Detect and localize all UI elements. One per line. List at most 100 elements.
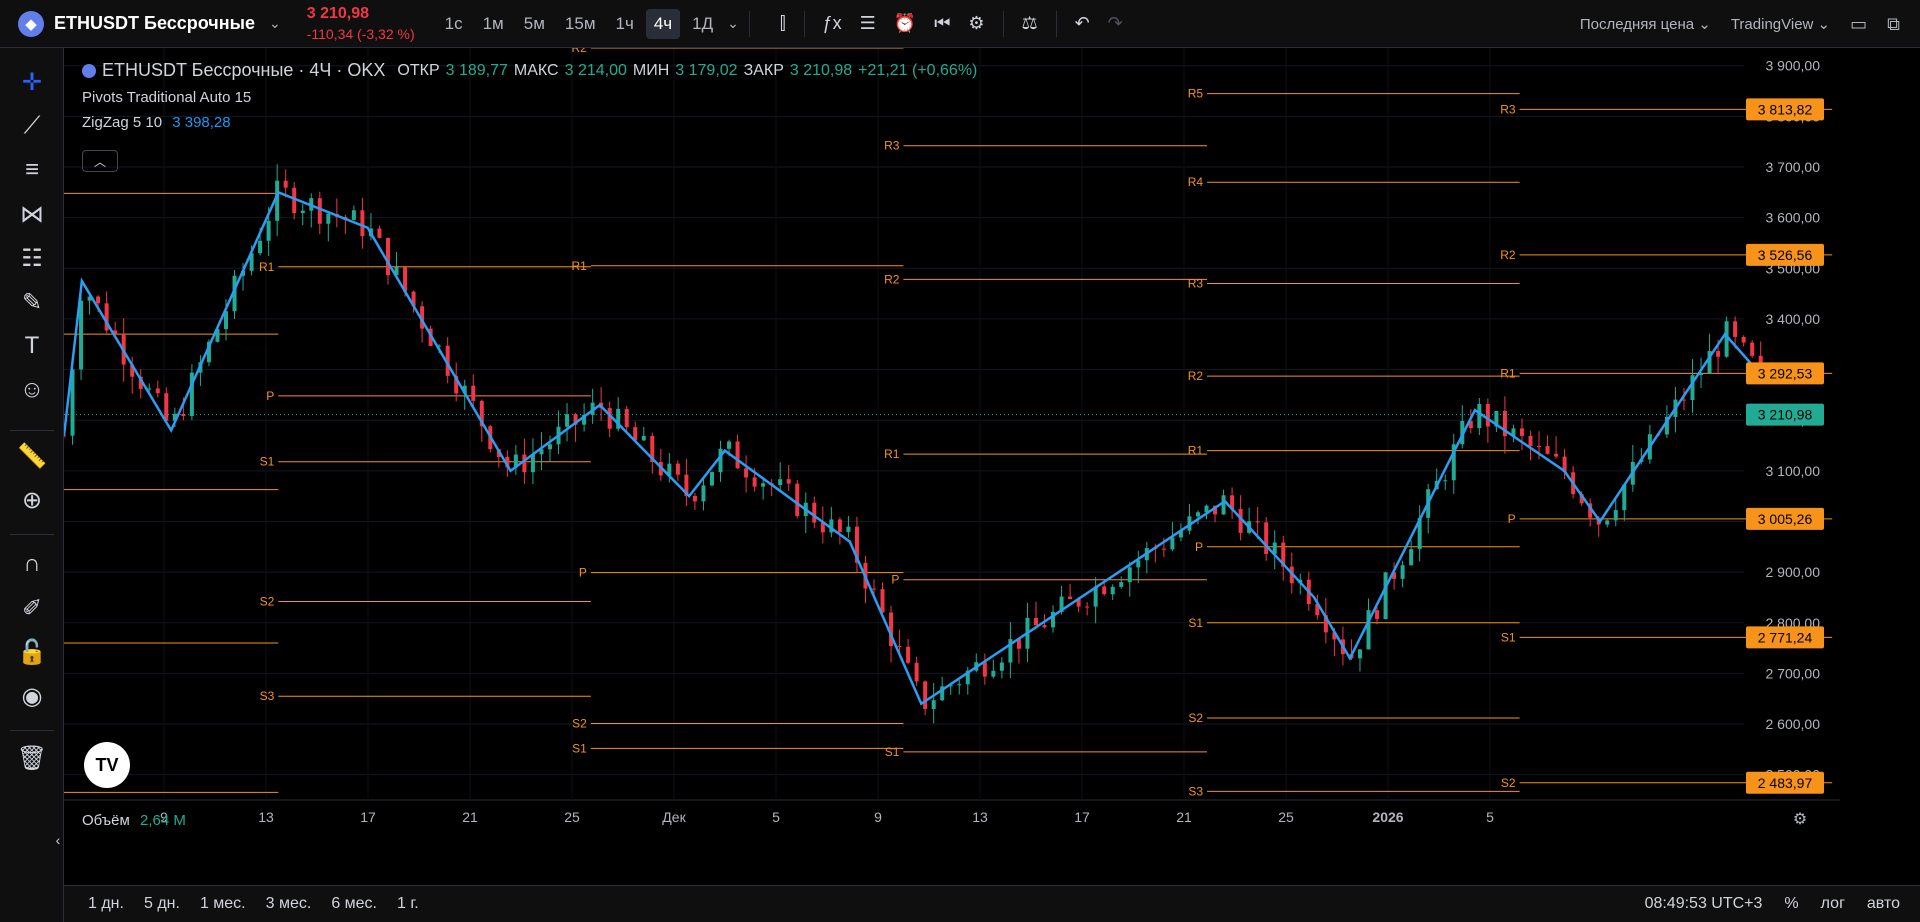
low-value: 3 179,02 [675,61,738,79]
time-axis-settings-icon[interactable]: ⚙ [1793,811,1807,828]
ruler-icon[interactable]: 📏 [14,438,50,474]
trend-line-icon[interactable]: ⟋ [14,108,50,144]
collapse-legend-button[interactable]: ︿ [82,150,118,172]
x-tick-label: 25 [1278,809,1294,825]
crosshair-icon[interactable]: ✛ [14,64,50,100]
zigzag-indicator-row[interactable]: ZigZag 5 10 3 398,28 [82,114,977,131]
pivot-label: R3 [884,139,900,153]
trash-icon[interactable]: 🗑 [14,740,50,776]
volume-label: Объём [82,812,130,829]
fullscreen-icon[interactable]: ▭ [1850,14,1867,35]
x-tick-label: Дек [662,809,686,825]
undo-icon[interactable]: ↶ [1075,13,1090,34]
bar-type-icon[interactable]: ⫿ [780,13,786,34]
candle-body [1170,537,1175,550]
candle-body [641,435,646,441]
settings-icon[interactable]: ⚙ [968,13,984,34]
volume-legend[interactable]: Объём 2,64 M [82,812,186,829]
timeframe-group: 1с 1м 5м 15м 1ч 4ч 1Д [437,8,721,39]
timeframe-2[interactable]: 5м [516,9,553,39]
timeframe-4[interactable]: 1ч [608,9,642,39]
x-tick-label: 17 [1074,809,1090,825]
candle-body [530,454,535,473]
timeframe-0[interactable]: 1с [437,9,471,39]
candle-body [1409,549,1414,566]
brush-icon[interactable]: ✎ [14,284,50,320]
timeframe-1[interactable]: 1м [475,9,512,39]
alert-icon[interactable]: ⏰ [894,13,916,34]
candle-body [923,681,928,709]
tradingview-logo[interactable]: TV [84,742,130,788]
collapse-left-icon[interactable]: ‹ [52,822,64,858]
candle-body [547,444,552,450]
range-button-5[interactable]: 1 г. [397,895,419,913]
zoom-in-icon[interactable]: ⊕ [14,482,50,518]
chevron-down-icon[interactable]: ⌄ [269,15,281,32]
text-tool-icon[interactable]: T [14,328,50,364]
indicators-icon[interactable]: ƒx [823,13,842,34]
pivot-label: R4 [1188,175,1204,189]
lock-drawing-icon[interactable]: ✐ [14,590,50,626]
symbol-selector[interactable]: ◆ ETHUSDT Бессрочные ⌄ [0,0,281,47]
timeframe-3[interactable]: 15м [557,9,604,39]
price-type-select[interactable]: Последняя цена ⌄ [1580,15,1711,33]
pivot-label: R2 [1500,248,1516,262]
candle-body [1357,649,1362,659]
range-button-4[interactable]: 6 мес. [331,895,377,913]
candle-body [522,454,527,473]
redo-icon[interactable]: ↷ [1108,13,1123,34]
clock[interactable]: 08:49:53 UTC+3 [1645,895,1763,913]
pivot-label: P [579,566,587,580]
range-button-2[interactable]: 1 мес. [200,895,246,913]
magnet-icon[interactable]: ∩ [14,546,50,582]
symbol-name[interactable]: ETHUSDT Бессрочные [54,13,255,34]
candle-body [1400,565,1405,579]
divider [10,430,54,431]
candle-body [1033,617,1038,626]
candle-body [96,296,101,304]
candle-body [1119,582,1124,587]
timeframe-6[interactable]: 1Д [684,9,721,39]
candle-body [1733,321,1738,337]
divider [1055,10,1057,37]
candle-body [471,385,476,401]
candle-body [837,519,842,532]
auto-toggle[interactable]: авто [1867,895,1900,913]
candle-body [727,441,732,449]
layout-select[interactable]: TradingView ⌄ [1731,15,1830,33]
templates-icon[interactable]: ☰ [860,13,876,34]
candle-body [1255,521,1260,523]
scales-icon[interactable]: ⚖ [1022,13,1038,34]
horizontal-lines-icon[interactable]: ≡ [14,152,50,188]
lock-icon[interactable]: 🔓 [14,634,50,670]
range-button-1[interactable]: 5 дн. [144,895,180,913]
pivot-label: S1 [260,455,275,469]
visibility-icon[interactable]: ◉ [14,678,50,714]
x-tick-label: 5 [1486,809,1494,825]
percent-toggle[interactable]: % [1784,895,1798,913]
low-label: МИН [632,61,670,79]
bottom-right-controls: 08:49:53 UTC+3 % лог авто [1645,895,1900,913]
fib-icon[interactable]: ☷ [14,240,50,276]
emoji-icon[interactable]: ☺ [14,372,50,408]
y-tick-label: 3 400,00 [1766,311,1821,327]
timeframe-chevron-icon[interactable]: ⌄ [727,15,739,32]
range-button-0[interactable]: 1 дн. [88,895,124,913]
layout-name-label: TradingView [1730,16,1814,33]
range-button-3[interactable]: 3 мес. [266,895,312,913]
replay-icon[interactable]: ⏮ [934,13,950,34]
pivot-label: R2 [572,48,588,55]
pivots-indicator-label[interactable]: Pivots Traditional Auto 15 [82,89,977,106]
timeframe-5[interactable]: 4ч [645,8,681,39]
price-axis-label: 3 813,82 [1758,101,1813,117]
snapshot-icon[interactable]: ⧉ [1887,14,1900,35]
range-buttons: 1 дн. 5 дн. 1 мес. 3 мес. 6 мес. 1 г. [88,895,419,913]
price-chart[interactable]: 3 900,003 800,003 700,003 600,003 500,00… [64,48,1840,838]
log-toggle[interactable]: лог [1821,895,1845,913]
candle-body [786,479,791,484]
symbol-status-icon [82,63,96,78]
pattern-icon[interactable]: ⋈ [14,196,50,232]
candle-body [897,646,902,648]
candle-body [1485,404,1490,427]
candle-body [1264,522,1269,554]
